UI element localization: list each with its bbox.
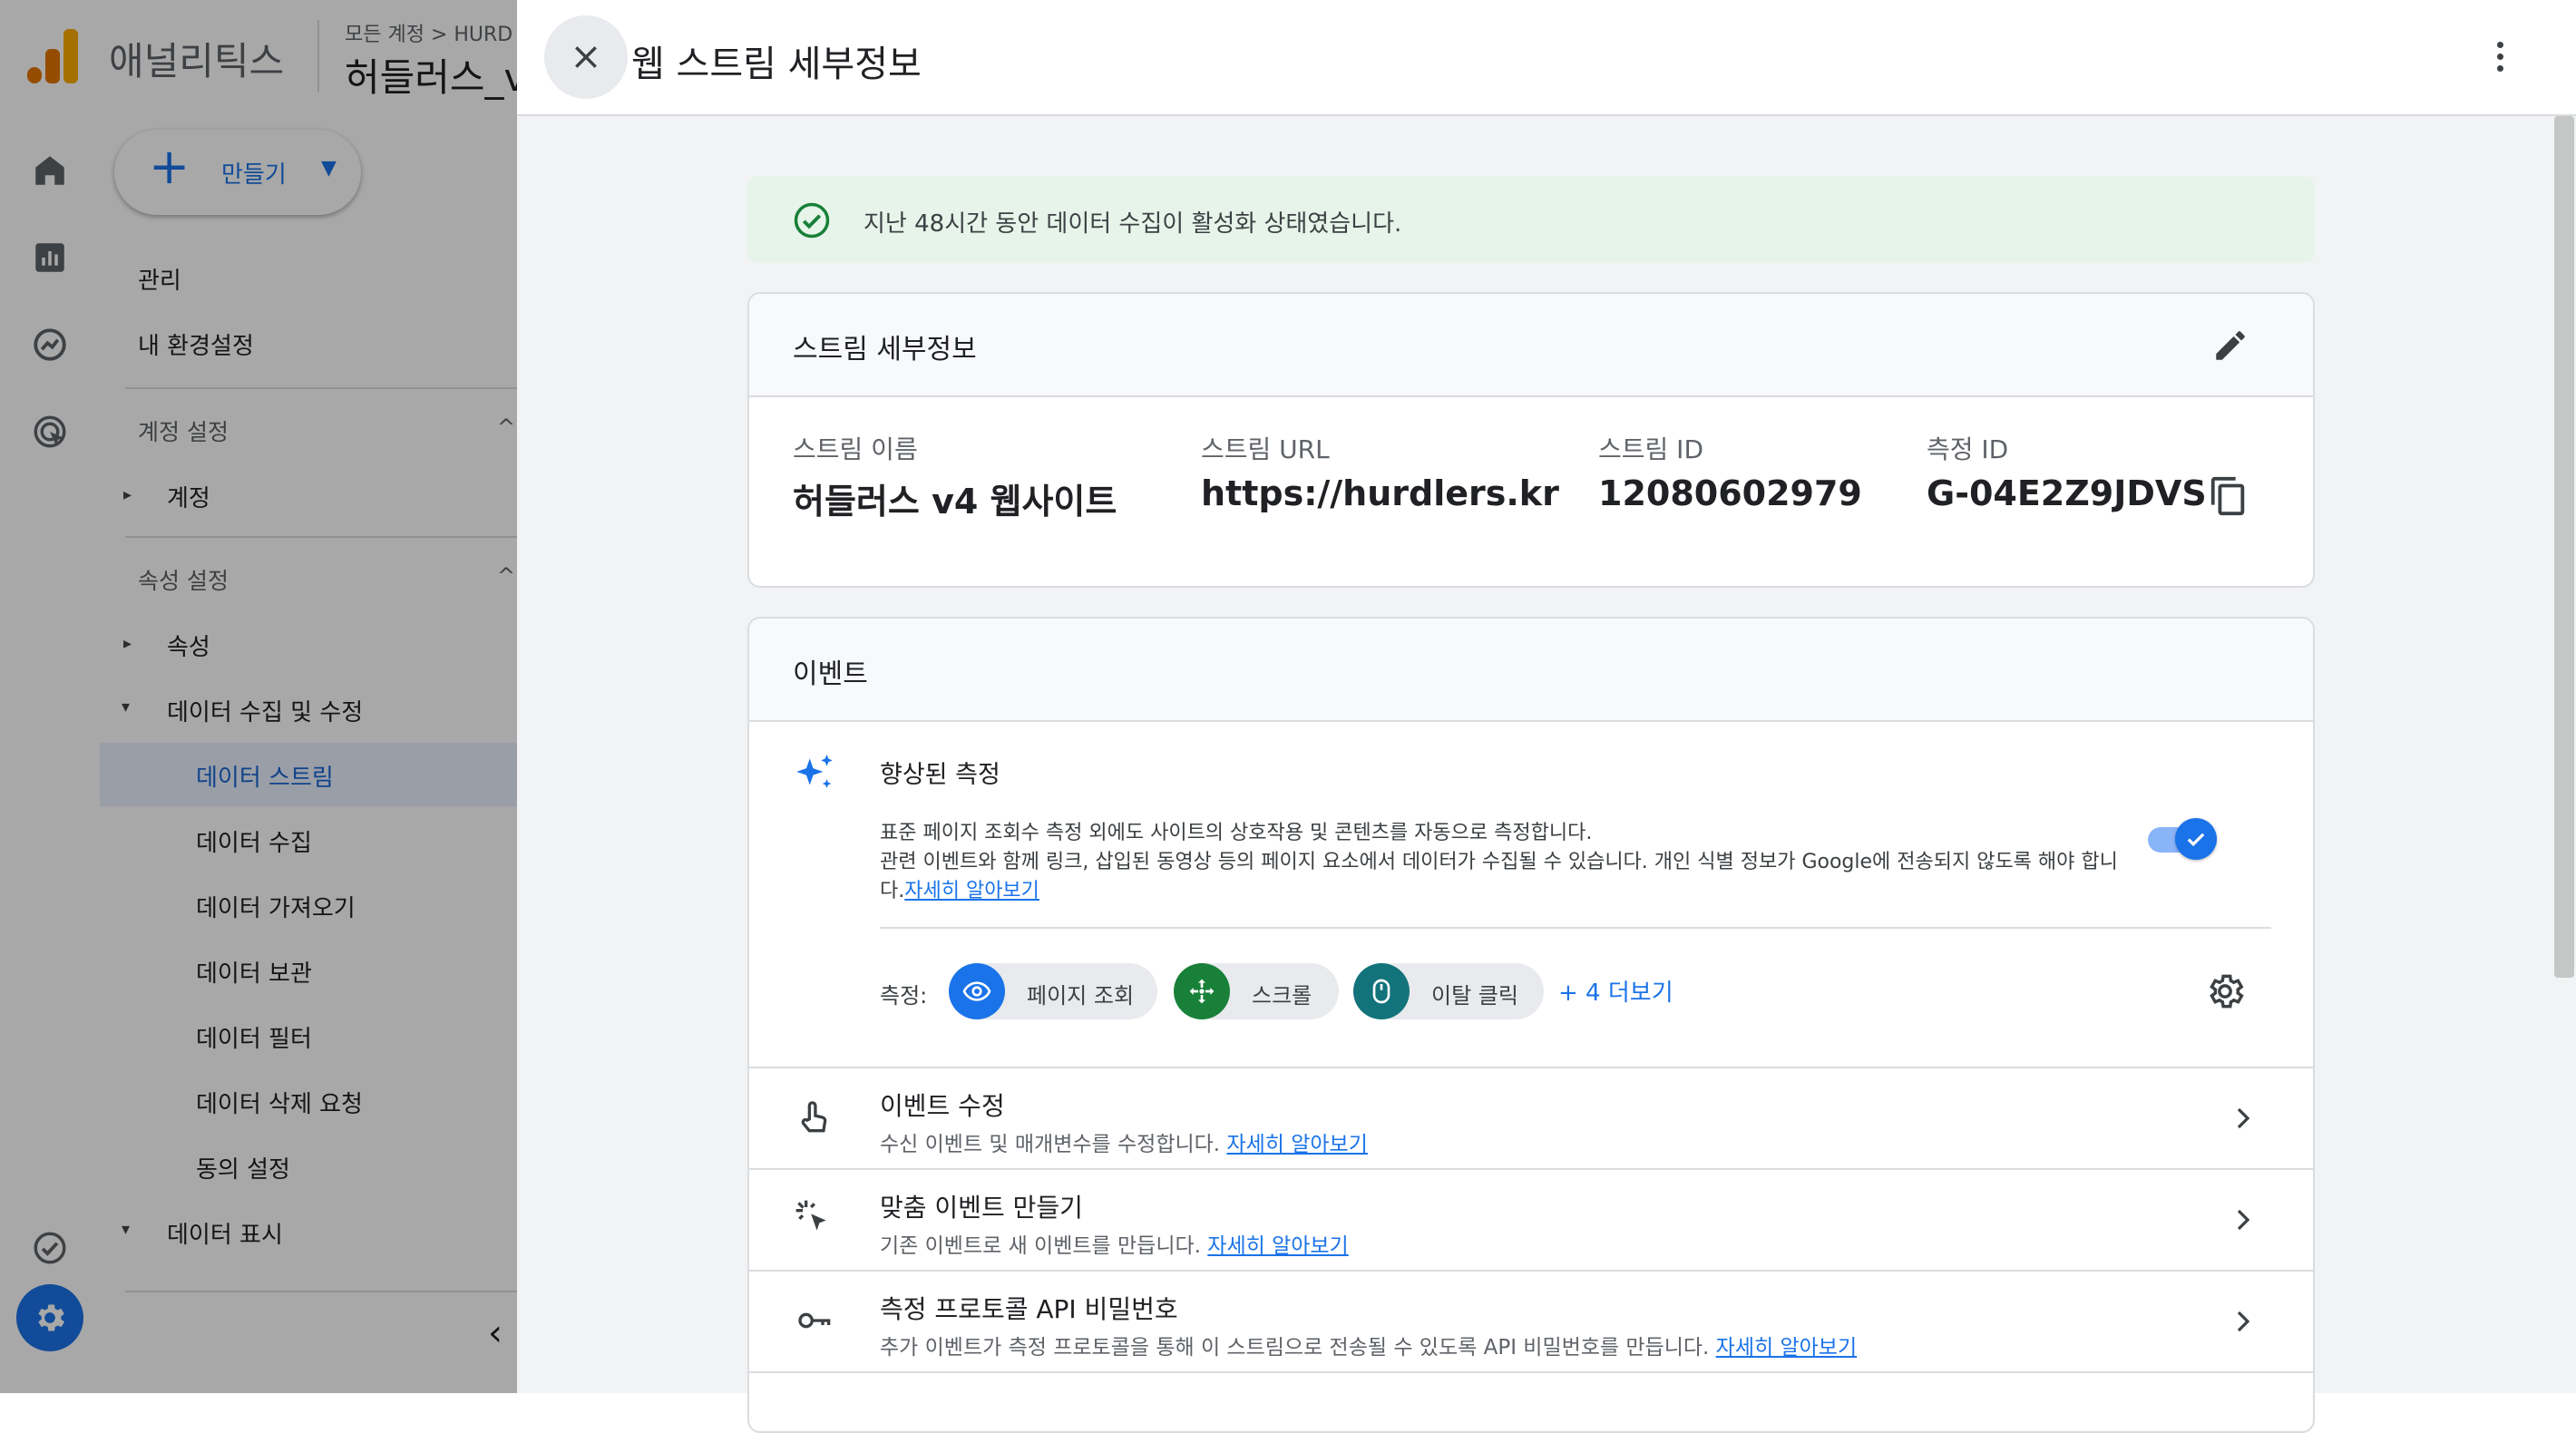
stream-id-label: 스트림 ID bbox=[1598, 434, 1703, 464]
key-icon bbox=[798, 1312, 831, 1329]
chevron-right-icon bbox=[2237, 1107, 2250, 1129]
row-title: 이벤트 수정 bbox=[880, 1091, 1005, 1121]
chip-outbound-click[interactable]: 이탈 클릭 bbox=[1353, 963, 1544, 1019]
measurement-id-label: 측정 ID bbox=[1927, 434, 2009, 464]
stream-name-label: 스트림 이름 bbox=[793, 434, 918, 464]
events-card: 이벤트 향상된 측정 표준 페이지 조회수 측정 외에도 사이트의 상호작용 및… bbox=[747, 617, 2315, 1433]
measurement-protocol-row[interactable]: 측정 프로토콜 API 비밀번호 추가 이벤트가 측정 프로토콜을 통해 이 스… bbox=[749, 1272, 2313, 1371]
drawer-header: 웹 스트림 세부정보 bbox=[517, 0, 2576, 116]
more-vert-icon[interactable] bbox=[2494, 40, 2505, 76]
enhanced-measurement-toggle[interactable] bbox=[2148, 818, 2217, 860]
chevron-right-icon bbox=[2237, 1209, 2250, 1231]
more-measurements-link[interactable]: + 4 더보기 bbox=[1558, 974, 1673, 1008]
row-description: 추가 이벤트가 측정 프로토콜을 통해 이 스트림으로 전송될 수 있도록 AP… bbox=[880, 1336, 1858, 1360]
modal-scrim[interactable] bbox=[0, 0, 517, 1393]
stream-id-value: 12080602979 bbox=[1598, 473, 1862, 513]
learn-more-link[interactable]: 자세히 알아보기 bbox=[1226, 1133, 1367, 1156]
row-title: 측정 프로토콜 API 비밀번호 bbox=[880, 1294, 1178, 1324]
touch-icon bbox=[801, 1101, 827, 1133]
create-custom-event-row[interactable]: 맞춤 이벤트 만들기 기존 이벤트로 새 이벤트를 만듭니다. 자세히 알아보기 bbox=[749, 1170, 2313, 1270]
status-banner: 지난 48시간 동안 데이터 수집이 활성화 상태였습니다. bbox=[747, 176, 2315, 263]
events-header: 이벤트 bbox=[793, 658, 868, 690]
measurement-id-value: G-04E2Z9JDVS bbox=[1927, 473, 2207, 513]
learn-more-link[interactable]: 자세히 알아보기 bbox=[1207, 1234, 1348, 1258]
web-stream-drawer: 웹 스트림 세부정보 지난 48시간 동안 데이터 수집이 활성화 상태였습니다… bbox=[517, 0, 2576, 1433]
row-description: 기존 이벤트로 새 이벤트를 만듭니다. 자세히 알아보기 bbox=[880, 1234, 1349, 1258]
stream-url-label: 스트림 URL bbox=[1201, 434, 1330, 464]
check-circle-icon bbox=[794, 202, 830, 239]
mouse-icon bbox=[1353, 963, 1410, 1019]
check-icon bbox=[2187, 833, 2205, 847]
sparkle-icon bbox=[796, 755, 833, 788]
chip-scroll[interactable]: 스크롤 bbox=[1174, 963, 1339, 1019]
click-sparkle-icon bbox=[795, 1200, 826, 1231]
enhanced-desc-3: 다.자세히 알아보기 bbox=[880, 880, 1039, 902]
enhanced-desc-2: 관련 이벤트와 함께 링크, 삽입된 동영상 등의 페이지 요소에서 데이터가 … bbox=[880, 851, 2118, 873]
eye-icon bbox=[949, 963, 1005, 1019]
stream-details-header: 스트림 세부정보 bbox=[793, 334, 977, 366]
chip-page-view[interactable]: 페이지 조회 bbox=[949, 963, 1157, 1019]
close-icon bbox=[575, 46, 597, 68]
enhanced-measurement-title: 향상된 측정 bbox=[880, 761, 1000, 789]
stream-url-value: https://hurdlers.kr bbox=[1201, 473, 1559, 513]
drawer-title: 웹 스트림 세부정보 bbox=[631, 44, 922, 85]
chevron-right-icon bbox=[2237, 1311, 2250, 1332]
stream-name-value: 허들러스 v4 웹사이트 bbox=[793, 482, 1117, 522]
close-button[interactable] bbox=[544, 15, 628, 99]
modify-events-row[interactable]: 이벤트 수정 수신 이벤트 및 매개변수를 수정합니다. 자세히 알아보기 bbox=[749, 1068, 2313, 1168]
learn-more-link[interactable]: 자세히 알아보기 bbox=[1716, 1336, 1857, 1360]
measure-label: 측정: bbox=[880, 983, 928, 1009]
move-icon bbox=[1174, 963, 1230, 1019]
row-description: 수신 이벤트 및 매개변수를 수정합니다. 자세히 알아보기 bbox=[880, 1133, 1368, 1156]
copy-icon[interactable] bbox=[2208, 475, 2249, 517]
learn-more-link[interactable]: 자세히 알아보기 bbox=[904, 880, 1039, 902]
edit-pencil-icon[interactable] bbox=[2211, 327, 2249, 365]
settings-gear-icon[interactable] bbox=[2204, 970, 2246, 1012]
status-message: 지난 48시간 동안 데이터 수집이 활성화 상태였습니다. bbox=[864, 210, 1402, 238]
row-title: 맞춤 이벤트 만들기 bbox=[880, 1193, 1083, 1223]
stream-details-card: 스트림 세부정보 스트림 이름 허들러스 v4 웹사이트 스트림 URL htt… bbox=[747, 292, 2315, 588]
scrollbar[interactable] bbox=[2554, 116, 2574, 978]
enhanced-desc-1: 표준 페이지 조회수 측정 외에도 사이트의 상호작용 및 콘텐츠를 자동으로 … bbox=[880, 822, 1593, 844]
